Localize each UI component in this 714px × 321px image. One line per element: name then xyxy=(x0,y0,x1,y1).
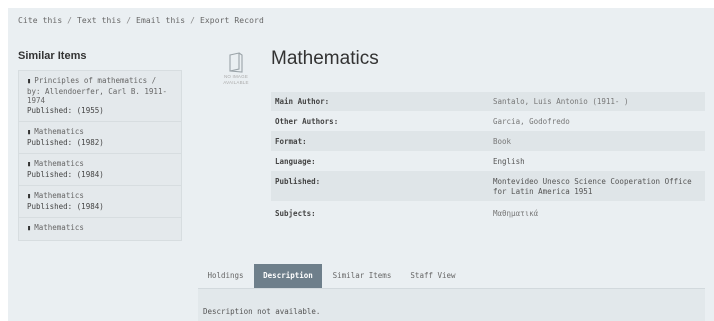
text-this-link[interactable]: Text this xyxy=(77,16,121,25)
cite-this-link[interactable]: Cite this xyxy=(18,16,62,25)
other-author-link[interactable]: Garcia, Godofredo xyxy=(489,111,705,131)
tab-staff-view[interactable]: Staff View xyxy=(402,264,464,288)
detail-row-published: Published: Montevideo Unesco Science Coo… xyxy=(271,171,705,201)
detail-row-subjects: Subjects: Μαθηματικά xyxy=(271,201,705,221)
similar-item[interactable]: ▮ Mathematics xyxy=(19,218,181,240)
published-value: Montevideo Unesco Science Cooperation Of… xyxy=(489,171,705,201)
no-image-label-2: AVAILABLE xyxy=(223,80,249,85)
book-icon: ▮ xyxy=(27,128,32,136)
record-tabs: Holdings Description Similar Items Staff… xyxy=(198,264,705,288)
detail-label: Published: xyxy=(271,171,489,201)
detail-label: Main Author: xyxy=(271,92,489,111)
language-value: English xyxy=(493,157,525,166)
detail-row-language: Language: English xyxy=(271,151,705,171)
detail-label: Subjects: xyxy=(275,209,316,218)
email-this-link[interactable]: Email this xyxy=(136,16,185,25)
similar-item[interactable]: ▮ Mathematics Published: (1984) xyxy=(19,154,181,186)
book-outline-icon xyxy=(229,52,243,73)
similar-item[interactable]: ▮ Mathematics Published: (1982) xyxy=(19,122,181,154)
book-icon: ▮ xyxy=(27,77,32,85)
subject-link[interactable]: Μαθηματικά xyxy=(489,201,705,221)
toolbar-separator: / xyxy=(67,16,73,25)
format-value: Book xyxy=(489,131,705,151)
similar-item-title[interactable]: Mathematics xyxy=(34,159,84,168)
toolbar-separator: / xyxy=(126,16,132,25)
export-record-link[interactable]: Export Record xyxy=(200,16,264,25)
main-author-link[interactable]: Santalo, Luis Antonio (1911- ) xyxy=(489,92,705,111)
detail-label: Other Authors: xyxy=(275,117,339,126)
bibliographic-details-table: Main Author: Santalo, Luis Antonio (1911… xyxy=(271,92,705,221)
detail-row-other-authors: Other Authors: Garcia, Godofredo xyxy=(271,111,705,131)
tab-holdings[interactable]: Holdings xyxy=(198,264,253,288)
detail-row-format: Format: Book xyxy=(271,131,705,151)
similar-item-title[interactable]: Mathematics xyxy=(34,127,84,136)
similar-item[interactable]: ▮ Principles of mathematics / by: Allendo… xyxy=(19,71,181,122)
record-toolbar: Cite this / Text this / Email this / Exp… xyxy=(18,16,264,25)
toolbar-separator: / xyxy=(190,16,196,25)
similar-item-published: Published: (1982) xyxy=(27,137,104,147)
detail-label: Language: xyxy=(275,157,316,166)
similar-item-title[interactable]: Principles of mathematics / by: Allendoe… xyxy=(27,76,167,105)
book-icon: ▮ xyxy=(27,224,32,232)
page-title: Mathematics xyxy=(271,48,379,69)
tab-description[interactable]: Description xyxy=(254,264,322,288)
cover-image-placeholder: NO IMAGE AVAILABLE xyxy=(218,52,254,86)
tab-content-description: Description not available. xyxy=(198,288,705,321)
book-icon: ▮ xyxy=(27,192,32,200)
similar-item-title[interactable]: Mathematics xyxy=(34,223,84,232)
similar-items-list: ▮ Principles of mathematics / by: Allendo… xyxy=(18,70,182,241)
similar-item-published: Published: (1955) xyxy=(27,105,104,115)
similar-item-published: Published: (1984) xyxy=(27,201,104,211)
similar-item-title[interactable]: Mathematics xyxy=(34,191,84,200)
tab-similar-items[interactable]: Similar Items xyxy=(324,264,400,288)
book-icon: ▮ xyxy=(27,160,32,168)
similar-item[interactable]: ▮ Mathematics Published: (1984) xyxy=(19,186,181,218)
detail-row-main-author: Main Author: Santalo, Luis Antonio (1911… xyxy=(271,92,705,111)
description-text: Description not available. xyxy=(203,307,321,316)
similar-item-published: Published: (1984) xyxy=(27,169,104,179)
detail-label: Format: xyxy=(271,131,489,151)
similar-items-heading: Similar Items xyxy=(18,50,87,62)
